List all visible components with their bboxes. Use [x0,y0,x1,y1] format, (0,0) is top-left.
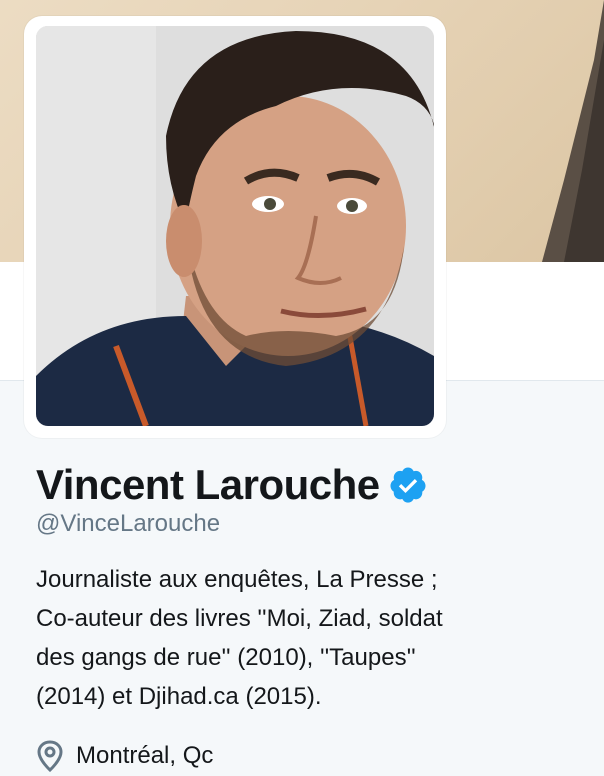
location-pin-icon [37,740,63,772]
profile-handle[interactable]: @VinceLarouche [36,508,220,540]
bio-line: (2014) et Djihad.ca (2015). [36,683,322,710]
profile-name[interactable]: Vincent Larouche [36,458,380,512]
bio-line: des gangs de rue'' (2010), ''Taupes'' [36,644,416,671]
profile-name-row: Vincent Larouche [36,458,428,512]
location-text: Montréal, Qc [76,742,214,769]
banner-decoration [542,0,604,262]
bio-line: Journaliste aux enquêtes, La Presse ; [36,566,438,593]
profile-location: Montréal, Qc [36,736,213,776]
avatar-frame [24,16,446,438]
profile-avatar[interactable] [36,26,434,426]
verified-badge-icon [390,467,426,503]
bio-line: Co-auteur des livres ''Moi, Ziad, soldat [36,605,443,632]
profile-bio: Journaliste aux enquêtes, La Presse ; Co… [36,560,576,716]
